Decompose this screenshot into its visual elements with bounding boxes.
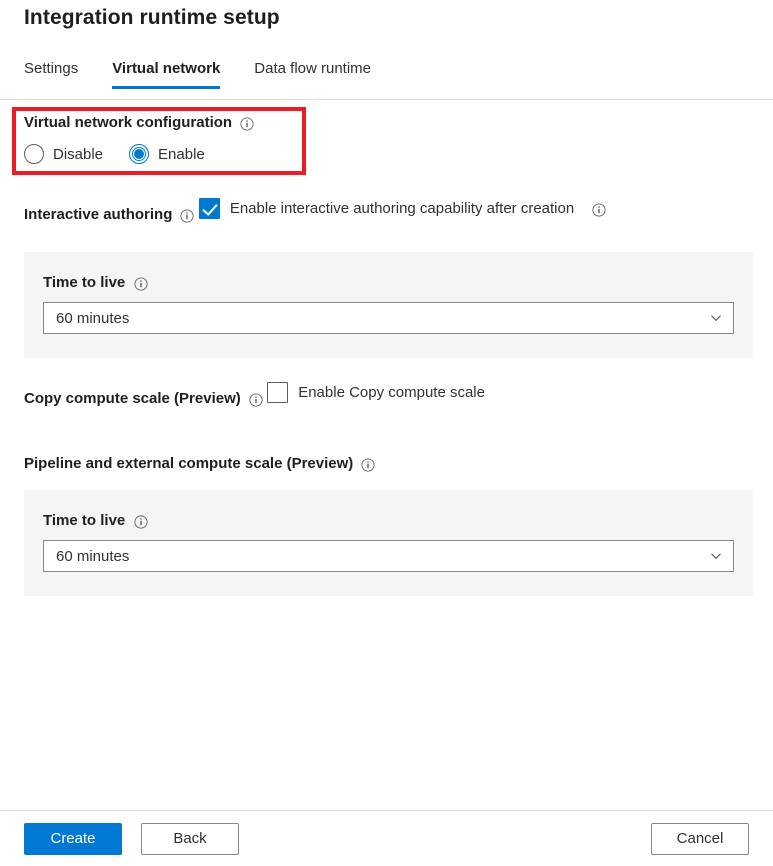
radio-mark-enable	[129, 144, 149, 164]
tab-virtual-network[interactable]: Virtual network	[112, 60, 220, 88]
pipeline-external-compute-ttl-panel: Time to live 60 minutes	[24, 490, 753, 596]
time-to-live-label: Time to live	[43, 512, 148, 529]
radio-label-disable: Disable	[53, 146, 103, 163]
info-icon[interactable]	[134, 277, 148, 291]
checkbox-enable-copy-compute-scale[interactable]: Enable Copy compute scale	[267, 382, 485, 403]
back-button[interactable]: Back	[141, 823, 239, 855]
tab-settings[interactable]: Settings	[24, 60, 78, 88]
tab-data-flow-runtime[interactable]: Data flow runtime	[254, 60, 371, 88]
interactive-authoring-section: Interactive authoring Enable interactive…	[24, 188, 606, 224]
integration-runtime-setup-page: Integration runtime setup Settings Virtu…	[0, 0, 773, 866]
interactive-authoring-label: Interactive authoring	[24, 206, 194, 223]
time-to-live-text: Time to live	[43, 512, 125, 529]
info-icon[interactable]	[240, 117, 254, 131]
radio-option-disable[interactable]: Disable	[24, 144, 103, 164]
radio-label-enable: Enable	[158, 146, 205, 163]
interactive-authoring-ttl-panel: Time to live 60 minutes	[24, 252, 753, 358]
info-icon[interactable]	[361, 458, 375, 472]
chevron-down-icon	[710, 550, 722, 562]
time-to-live-value: 60 minutes	[56, 310, 129, 327]
time-to-live-text: Time to live	[43, 274, 125, 291]
create-button[interactable]: Create	[24, 823, 122, 855]
info-icon[interactable]	[134, 515, 148, 529]
checkbox-label-copy-compute-scale: Enable Copy compute scale	[298, 384, 485, 401]
copy-compute-scale-label: Copy compute scale (Preview)	[24, 390, 263, 407]
checkbox-mark-interactive-authoring	[199, 198, 220, 219]
virtual-network-configuration-section: Virtual network configuration Disable En…	[24, 114, 254, 164]
radio-mark-disable	[24, 144, 44, 164]
interactive-authoring-text: Interactive authoring	[24, 206, 172, 223]
checkbox-label-interactive-authoring: Enable interactive authoring capability …	[230, 200, 574, 217]
page-title: Integration runtime setup	[24, 6, 280, 30]
chevron-down-icon	[710, 312, 722, 324]
footer-action-bar: Create Back Cancel	[0, 810, 773, 866]
tab-bar: Settings Virtual network Data flow runti…	[0, 60, 773, 100]
checkbox-mark-copy-compute-scale	[267, 382, 288, 403]
time-to-live-dropdown-interactive-authoring[interactable]: 60 minutes	[43, 302, 734, 334]
time-to-live-dropdown-pipeline-external-compute[interactable]: 60 minutes	[43, 540, 734, 572]
pipeline-external-compute-scale-text: Pipeline and external compute scale (Pre…	[24, 455, 353, 472]
info-icon[interactable]	[180, 209, 194, 223]
virtual-network-radio-group: Disable Enable	[24, 144, 254, 164]
time-to-live-value: 60 minutes	[56, 548, 129, 565]
virtual-network-configuration-label: Virtual network configuration	[24, 114, 254, 131]
checkbox-enable-interactive-authoring[interactable]: Enable interactive authoring capability …	[199, 198, 606, 219]
copy-compute-scale-text: Copy compute scale (Preview)	[24, 390, 241, 407]
virtual-network-configuration-text: Virtual network configuration	[24, 114, 232, 131]
pipeline-external-compute-scale-label: Pipeline and external compute scale (Pre…	[24, 455, 375, 472]
time-to-live-label: Time to live	[43, 274, 148, 291]
info-icon[interactable]	[592, 203, 606, 217]
copy-compute-scale-section: Copy compute scale (Preview) Enable Copy…	[24, 372, 485, 408]
info-icon[interactable]	[249, 393, 263, 407]
pipeline-external-compute-scale-section: Pipeline and external compute scale (Pre…	[24, 455, 375, 473]
radio-option-enable[interactable]: Enable	[129, 144, 205, 164]
cancel-button[interactable]: Cancel	[651, 823, 749, 855]
